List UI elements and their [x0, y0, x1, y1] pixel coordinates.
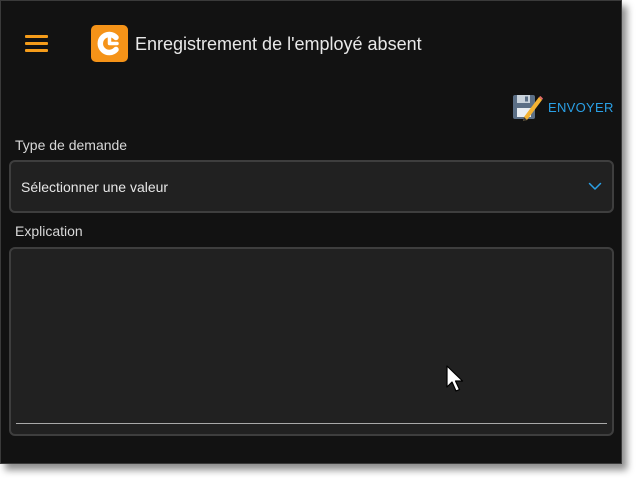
explication-textarea[interactable] [9, 247, 614, 436]
send-button[interactable]: ENVOYER [511, 89, 614, 125]
textarea-underline [16, 423, 607, 424]
hamburger-menu-icon[interactable] [21, 31, 51, 57]
send-label: ENVOYER [548, 99, 614, 115]
chevron-down-icon [588, 182, 602, 190]
app-header: Enregistrement de l'employé absent [1, 1, 621, 87]
app-window: Enregistrement de l'employé absent ENVOY… [0, 0, 622, 464]
page-title: Enregistrement de l'employé absent [135, 34, 422, 54]
type-select-value: Sélectionner une valeur [21, 179, 169, 195]
type-de-demande-label: Type de demande [15, 137, 128, 153]
app-logo-icon [91, 25, 128, 62]
type-de-demande-select[interactable]: Sélectionner une valeur [9, 160, 614, 213]
save-edit-icon [513, 95, 543, 121]
mouse-pointer-icon [446, 365, 464, 392]
explication-label: Explication [15, 223, 83, 239]
